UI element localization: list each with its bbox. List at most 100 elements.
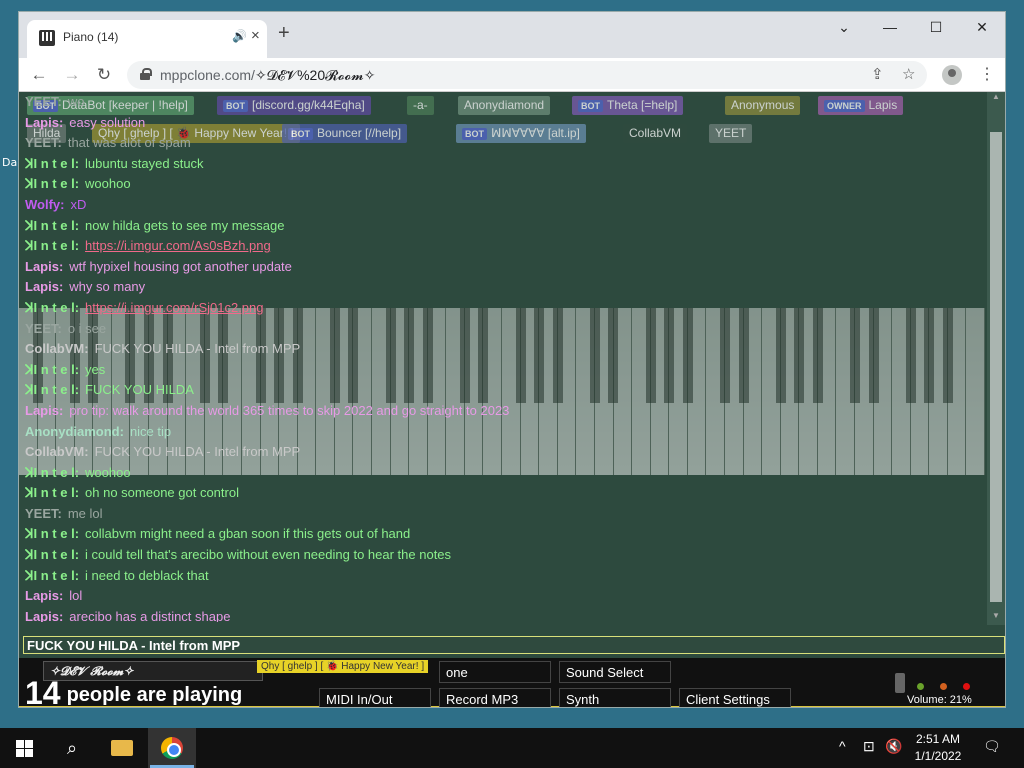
chat-nick[interactable]: YEET: [25,321,62,336]
scroll-up-arrow-icon[interactable]: ▲ [987,92,1005,106]
chat-input[interactable] [23,636,1005,654]
chat-message: Wolfy: xD [25,195,985,216]
chat-nick[interactable]: ꓘI n t e l: [25,238,79,253]
chat-text: o i see [67,320,107,336]
chat-text: lol [69,588,83,604]
chat-nick[interactable]: Anonydiamond: [25,424,124,439]
menu-dots-icon[interactable]: ⋮ [979,64,995,84]
chat-nick[interactable]: CollabVM: [25,444,89,459]
tab-search-button[interactable]: ⌄ [821,12,867,42]
chat-text: i need to deblack that [85,567,209,583]
chrome-icon [161,737,183,759]
chat-message: ꓘI n t e l: https://i.imgur.com/rSj01c2.p… [25,298,985,319]
chat-scrollbar[interactable]: ▲ ▼ [987,92,1005,625]
bottom-controls: ✧𝓓𝓔𝓥 𝓡𝓸𝓸𝓶✧ Qhy [ ghelp ] [ 🐞 Happy New Y… [19,658,1005,707]
scroll-down-arrow-icon[interactable]: ▼ [987,611,1005,625]
chat-link[interactable]: https://i.imgur.com/rSj01c2.png [85,300,263,315]
chat-nick[interactable]: ꓘI n t e l: [25,156,79,171]
back-arrow-icon[interactable]: ← [27,63,51,87]
synth-button[interactable]: Synth [559,688,671,707]
chat-nick[interactable]: ꓘI n t e l: [25,176,79,191]
profile-avatar-icon[interactable] [942,65,962,85]
maximize-button[interactable]: ☐ [913,12,959,42]
volume-knob[interactable] [895,673,905,693]
chat-nick[interactable]: ꓘI n t e l: [25,526,79,541]
close-button[interactable]: ✕ [959,12,1005,42]
piano-favicon-icon [39,30,55,46]
chat-nick[interactable]: ꓘI n t e l: [25,485,79,500]
chat-nick[interactable]: ꓘI n t e l: [25,362,79,377]
chat-text: wo [67,94,85,109]
chat-nick[interactable]: ꓘI n t e l: [25,218,79,233]
address-bar[interactable]: mppclone.com/✧𝓓𝓔𝓥%20𝓡𝓸𝓸𝓶✧ ⇪ ☆ [127,61,927,89]
share-icon[interactable]: ⇪ [871,65,884,83]
tray-chevron-up-icon[interactable]: ^ [839,738,846,754]
start-button[interactable] [0,728,48,768]
chat-nick[interactable]: Lapis: [25,588,63,603]
chat-message: ꓘI n t e l: https://i.imgur.com/As0sBzh.p… [25,236,985,257]
minimize-button[interactable]: — [867,12,913,42]
sound-select-button[interactable]: Sound Select [559,661,671,683]
chat-nick[interactable]: ꓘI n t e l: [25,465,79,480]
chat-message: Lapis: why so many [25,277,985,298]
people-playing: 14 people are playing [25,675,242,707]
chat-text: why so many [69,279,146,295]
chrome-taskbar-button[interactable] [148,728,196,768]
search-icon[interactable]: ⌕ [48,728,96,768]
url-host: mppclone.com/ [160,67,255,83]
clock[interactable]: 2:51 AM 1/1/2022 [908,731,968,765]
chat-text: arecibo has a distinct shape [69,608,231,622]
tab-close-icon[interactable]: × [251,27,260,44]
chat-nick[interactable]: Lapis: [25,259,63,274]
chat-message: ꓘI n t e l: collabvm might need a gban so… [25,524,985,545]
tab-piano[interactable]: Piano (14) 🔊 × [27,20,267,58]
new-room-button[interactable]: one [439,661,551,683]
bookmark-star-icon[interactable]: ☆ [902,65,915,83]
chat-text: wtf hypixel housing got another update [69,258,292,274]
client-settings-button[interactable]: Client Settings [679,688,791,707]
chat-message: Anonydiamond: nice tip [25,422,985,443]
url-text[interactable]: mppclone.com/✧𝓓𝓔𝓥%20𝓡𝓸𝓸𝓶✧ [160,67,375,84]
chat-text: yes [85,361,106,377]
chat-message: Lapis: pro tip: walk around the world 365… [25,401,985,422]
chat-message: ꓘI n t e l: lubuntu stayed stuck [25,154,985,175]
chat-message: ꓘI n t e l: now hilda gets to see my mess… [25,216,985,237]
chat-nick[interactable]: Lapis: [25,609,63,622]
chat-nick[interactable]: Lapis: [25,403,63,418]
forward-arrow-icon[interactable]: → [60,63,84,87]
windows-logo-icon [15,739,33,757]
desktop-icon-label[interactable]: Da [2,156,17,169]
chat-nick[interactable]: ꓘI n t e l: [25,382,79,397]
chat-message: ꓘI n t e l: i could tell that's arecibo w… [25,545,985,566]
reload-icon[interactable]: ↻ [92,63,116,87]
chat-text: woohoo [85,464,131,480]
chat-nick[interactable]: ꓘI n t e l: [25,300,79,315]
chat-link[interactable]: https://i.imgur.com/As0sBzh.png [85,238,271,253]
chat-nick[interactable]: ꓘI n t e l: [25,568,79,583]
scroll-thumb[interactable] [990,132,1002,602]
network-icon[interactable]: ⊡ [863,738,875,755]
notifications-icon[interactable]: 🗨 [983,738,1001,755]
chat-message: Lapis: lol [25,586,985,607]
chat-nick[interactable]: CollabVM: [25,341,89,356]
chat-nick[interactable]: Lapis: [25,115,63,130]
lock-icon[interactable] [140,68,152,80]
midi-button[interactable]: MIDI In/Out [319,688,431,707]
chat-nick[interactable]: YEET: [25,94,62,109]
chat-nick[interactable]: Wolfy: [25,197,64,212]
speaker-icon[interactable]: 🔊 [232,29,247,43]
chat-nick[interactable]: YEET: [25,135,62,150]
new-tab-button[interactable]: + [278,23,290,43]
file-explorer-button[interactable] [98,728,146,768]
chat-nick[interactable]: YEET: [25,506,62,521]
chat-message: Lapis: arecibo has a distinct shape [25,607,985,622]
chat-message: ꓘI n t e l: FUCK YOU HILDA [25,380,985,401]
chat-nick[interactable]: Lapis: [25,279,63,294]
url-path: ✧𝓓𝓔𝓥%20𝓡𝓸𝓸𝓶✧ [254,67,376,83]
chat-nick[interactable]: ꓘI n t e l: [25,547,79,562]
volume-label: Volume: 21% [907,694,972,706]
record-mp3-button[interactable]: Record MP3 [439,688,551,707]
status-led-green-icon [917,683,924,690]
speaker-muted-icon[interactable]: 🔇 [885,738,902,755]
chat-text: me lol [67,505,103,521]
